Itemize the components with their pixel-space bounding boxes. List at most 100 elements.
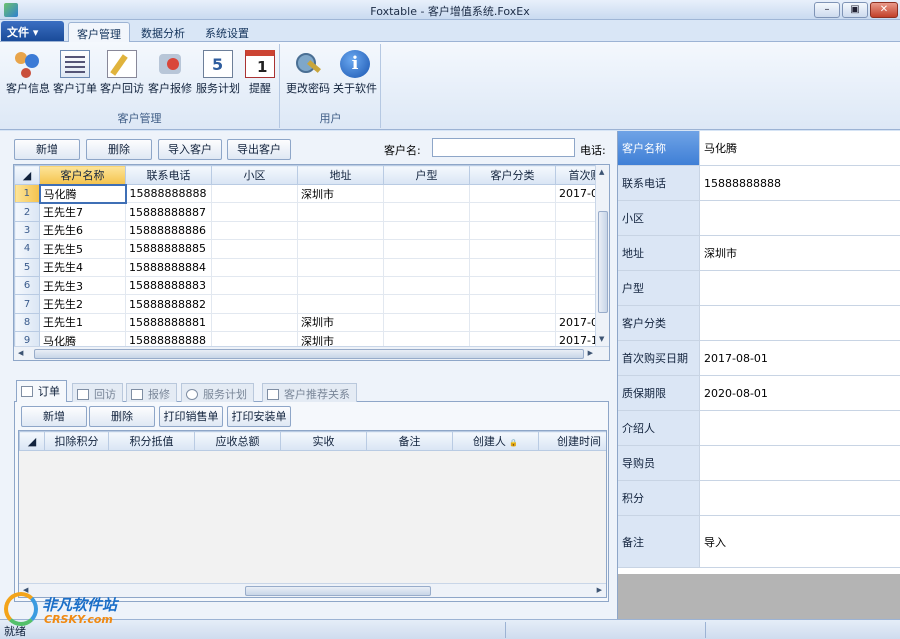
reminder-button[interactable]: 提醒 [237, 48, 283, 98]
cell-phone[interactable]: 15888888882 [125, 294, 212, 314]
cell-cat[interactable] [469, 294, 556, 314]
col-header-category[interactable]: 客户分类 [469, 165, 556, 185]
tab-orders[interactable]: 订单 [16, 380, 67, 403]
cell-type[interactable] [383, 220, 470, 241]
tab-repairs[interactable]: 报修 [126, 383, 177, 402]
cell-area[interactable] [211, 294, 298, 314]
detail-field-value[interactable]: 马化腾 [702, 131, 900, 165]
cell-cat[interactable] [469, 220, 556, 241]
cell-addr[interactable] [297, 275, 384, 296]
scroll-thumb[interactable] [598, 211, 608, 313]
detail-field-label[interactable]: 小区 [618, 201, 700, 235]
orders-scroll-right-arrow[interactable]: ▶ [597, 586, 602, 594]
cell-addr[interactable] [297, 294, 384, 314]
cell-addr[interactable] [297, 257, 384, 277]
col-header-points-deducted[interactable]: 扣除积分 [44, 431, 109, 451]
cell-addr[interactable]: 深圳市 [297, 183, 384, 204]
cell-name[interactable]: 王先生3 [39, 275, 126, 296]
scroll-left-arrow[interactable]: ◀ [18, 349, 23, 357]
col-header-points-value[interactable]: 积分抵值 [108, 431, 195, 451]
customer-name-input[interactable] [432, 138, 575, 157]
scroll-right-arrow[interactable]: ▶ [588, 349, 593, 357]
change-password-button[interactable]: 更改密码 [285, 48, 331, 98]
cell-name[interactable]: 王先生5 [39, 239, 126, 259]
cell-type[interactable] [383, 275, 470, 296]
row-number-cell[interactable]: 2 [14, 202, 40, 222]
cell-phone[interactable]: 15888888881 [125, 312, 212, 333]
cell-phone[interactable]: 15888888885 [125, 239, 212, 259]
cell-addr[interactable] [297, 220, 384, 241]
row-number-cell[interactable]: 4 [14, 239, 40, 259]
detail-field-label[interactable]: 联系电话 [618, 166, 700, 200]
detail-field-value[interactable] [702, 201, 900, 235]
cell-phone[interactable]: 15888888887 [125, 202, 212, 222]
detail-field-value[interactable] [702, 271, 900, 305]
detail-field-value[interactable]: 导入 [702, 516, 900, 567]
cell-name[interactable]: 王先生6 [39, 220, 126, 241]
table-row[interactable]: 1 马化腾 15888888888 深圳市 2017-08 [14, 183, 609, 204]
cell-cat[interactable] [469, 257, 556, 277]
corner-cell[interactable]: ◢ [14, 165, 40, 185]
tab-service-plan[interactable]: 服务计划 [181, 383, 254, 402]
table-row[interactable]: 3 王先生6 15888888886 [14, 220, 609, 241]
cell-type[interactable] [383, 239, 470, 259]
customer-visit-button[interactable]: 客户回访 [99, 48, 145, 98]
scroll-down-arrow[interactable]: ▼ [599, 335, 604, 343]
delete-customer-button[interactable]: 删除 [86, 139, 152, 160]
print-install-button[interactable]: 打印安装单 [227, 406, 291, 427]
cell-area[interactable] [211, 257, 298, 277]
cell-type[interactable] [383, 183, 470, 204]
hscroll-thumb[interactable] [34, 349, 584, 359]
cell-addr[interactable] [297, 202, 384, 222]
cell-cat[interactable] [469, 202, 556, 222]
detail-field-label[interactable]: 首次购买日期 [618, 341, 700, 375]
orders-hscroll-thumb[interactable] [245, 586, 431, 596]
delete-order-button[interactable]: 删除 [89, 406, 155, 427]
maximize-button[interactable]: ▣ [842, 2, 868, 18]
cell-name[interactable]: 王先生4 [39, 257, 126, 277]
detail-field-value[interactable]: 2020-08-01 [702, 376, 900, 410]
export-customers-button[interactable]: 导出客户 [227, 139, 291, 160]
orders-corner-cell[interactable]: ◢ [19, 431, 45, 451]
table-row[interactable]: 5 王先生4 15888888884 [14, 257, 609, 277]
cell-name[interactable]: 王先生7 [39, 202, 126, 222]
detail-field-label[interactable]: 质保期限 [618, 376, 700, 410]
detail-field-value[interactable]: 深圳市 [702, 236, 900, 270]
cell-type[interactable] [383, 294, 470, 314]
tab-customer-management[interactable]: 客户管理 [68, 22, 130, 43]
cell-area[interactable] [211, 183, 298, 204]
customer-info-button[interactable]: 客户信息 [5, 48, 51, 98]
col-header-created-time[interactable]: 创建时间 [538, 431, 606, 451]
row-number-cell[interactable]: 7 [14, 294, 40, 314]
detail-field-value[interactable] [702, 411, 900, 445]
cell-cat[interactable] [469, 312, 556, 333]
cell-phone[interactable]: 15888888884 [125, 257, 212, 277]
cell-type[interactable] [383, 257, 470, 277]
cell-phone[interactable]: 15888888883 [125, 275, 212, 296]
cell-phone[interactable]: 15888888888 [125, 183, 212, 204]
detail-field-value[interactable]: 15888888888 [702, 166, 900, 200]
tab-data-analysis[interactable]: 数据分析 [133, 22, 193, 42]
table-row[interactable]: 4 王先生5 15888888885 [14, 239, 609, 259]
detail-field-label[interactable]: 地址 [618, 236, 700, 270]
table-row[interactable]: 8 王先生1 15888888881 深圳市 2017-08 [14, 312, 609, 333]
customers-vertical-scrollbar[interactable]: ▲ ▼ [595, 165, 609, 346]
table-row[interactable]: 7 王先生2 15888888882 [14, 294, 609, 314]
about-button[interactable]: 关于软件 [332, 48, 378, 98]
col-header-creator[interactable]: 创建人 🔒 [452, 431, 539, 451]
customer-repair-button[interactable]: 客户报修 [147, 48, 193, 98]
detail-field-label[interactable]: 客户名称 [618, 131, 700, 165]
cell-cat[interactable] [469, 183, 556, 204]
cell-name[interactable]: 马化腾 [38, 183, 127, 204]
add-order-button[interactable]: 新增 [21, 406, 87, 427]
add-customer-button[interactable]: 新增 [14, 139, 80, 160]
file-menu-button[interactable]: 文件 ▾ [1, 21, 64, 41]
cell-name[interactable]: 王先生1 [39, 312, 126, 333]
table-row[interactable]: 2 王先生7 15888888887 [14, 202, 609, 222]
cell-cat[interactable] [469, 239, 556, 259]
print-sales-button[interactable]: 打印销售单 [159, 406, 223, 427]
table-row[interactable]: 6 王先生3 15888888883 [14, 275, 609, 296]
customers-grid[interactable]: ◢ 客户名称 联系电话 小区 地址 户型 客户分类 首次购 1 马化腾 158888… [13, 164, 610, 361]
detail-field-label[interactable]: 户型 [618, 271, 700, 305]
cell-cat[interactable] [469, 275, 556, 296]
